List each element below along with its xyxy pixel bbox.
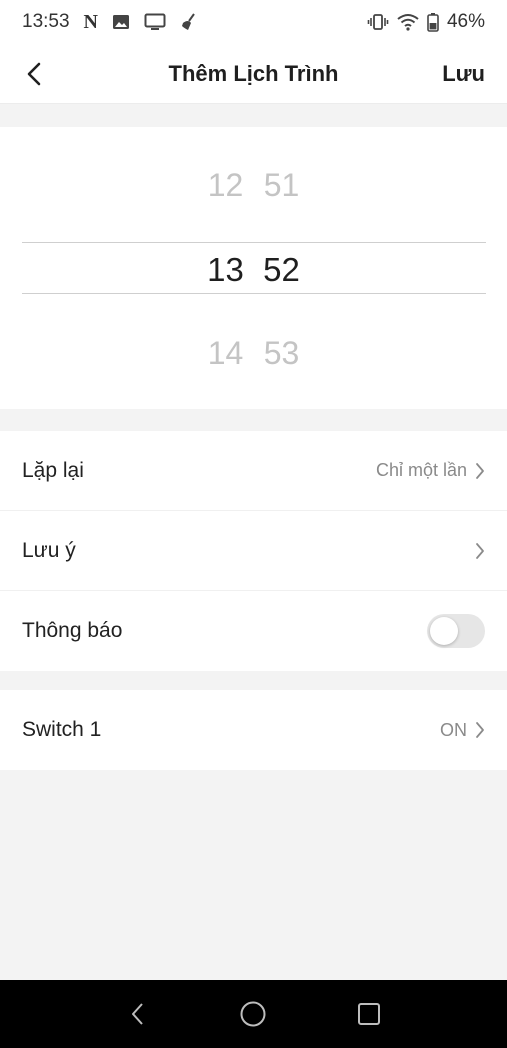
repeat-row[interactable]: Lặp lại Chỉ một lần — [0, 431, 507, 511]
action-card: Switch 1 ON — [0, 690, 507, 770]
header: Thêm Lịch Trình Lưu — [0, 44, 507, 104]
chevron-right-icon — [475, 462, 485, 480]
nav-recents-button[interactable] — [349, 994, 389, 1034]
switch-value: ON — [440, 719, 467, 740]
chevron-right-icon — [475, 721, 485, 739]
switch-value-group: ON — [440, 720, 485, 741]
settings-card: Lặp lại Chỉ một lần Lưu ý Thông báo — [0, 431, 507, 671]
repeat-value: Chỉ một lần — [375, 460, 467, 480]
picker-minute-next[interactable]: 53 — [263, 335, 301, 372]
notification-row: Thông báo — [0, 591, 507, 671]
status-right: 46% — [367, 11, 485, 33]
wifi-icon — [397, 13, 419, 31]
note-label: Lưu ý — [22, 538, 76, 562]
picker-selection-top-line — [22, 242, 486, 243]
picker-hour-next[interactable]: 14 — [207, 335, 245, 372]
nav-home-icon — [240, 1001, 266, 1027]
status-bar: 13:53 N 46% — [0, 0, 507, 44]
battery-icon — [427, 12, 439, 32]
battery-percent: 46% — [446, 11, 485, 32]
picker-hour-previous[interactable]: 12 — [207, 167, 245, 204]
nav-back-icon — [131, 1003, 143, 1025]
vibrate-icon — [367, 13, 389, 31]
picker-row-next[interactable]: 14 53 — [0, 335, 507, 372]
picker-selection-bottom-line — [22, 293, 486, 294]
nav-recents-icon — [358, 1003, 381, 1025]
switch-label: Switch 1 — [22, 718, 102, 741]
switch-row[interactable]: Switch 1 ON — [0, 690, 507, 770]
netflix-n-icon: N — [83, 10, 98, 33]
note-row[interactable]: Lưu ý — [0, 511, 507, 591]
picker-hour-selected[interactable]: 13 — [207, 251, 245, 289]
chevron-right-icon — [475, 542, 485, 560]
status-time: 13:53 — [22, 11, 70, 32]
notification-toggle-group — [427, 614, 485, 648]
repeat-label: Lặp lại — [22, 458, 84, 482]
status-left: 13:53 N — [22, 11, 198, 34]
cast-screen-icon — [144, 13, 166, 31]
picker-minute-previous[interactable]: 51 — [263, 167, 301, 204]
picker-row-previous[interactable]: 12 51 — [0, 167, 507, 204]
broom-icon — [180, 13, 198, 31]
time-picker[interactable]: 12 51 13 52 14 53 — [0, 127, 507, 409]
screen: 13:53 N 46% Thêm Lịch Trình Lưu 12 51 13… — [0, 0, 507, 1048]
picker-row-selected[interactable]: 13 52 — [0, 251, 507, 289]
notification-toggle[interactable] — [427, 614, 485, 648]
nav-home-button[interactable] — [233, 994, 273, 1034]
notification-label: Thông báo — [22, 619, 123, 642]
repeat-value-group: Chỉ một lần — [376, 460, 485, 481]
picker-minute-selected[interactable]: 52 — [263, 251, 301, 289]
toggle-knob — [430, 617, 458, 645]
nav-back-button[interactable] — [118, 994, 158, 1034]
save-button[interactable]: Lưu — [442, 61, 485, 87]
system-nav-bar — [0, 980, 507, 1048]
page-title: Thêm Lịch Trình — [168, 61, 339, 86]
image-icon — [112, 14, 130, 30]
note-value-group — [475, 542, 485, 560]
